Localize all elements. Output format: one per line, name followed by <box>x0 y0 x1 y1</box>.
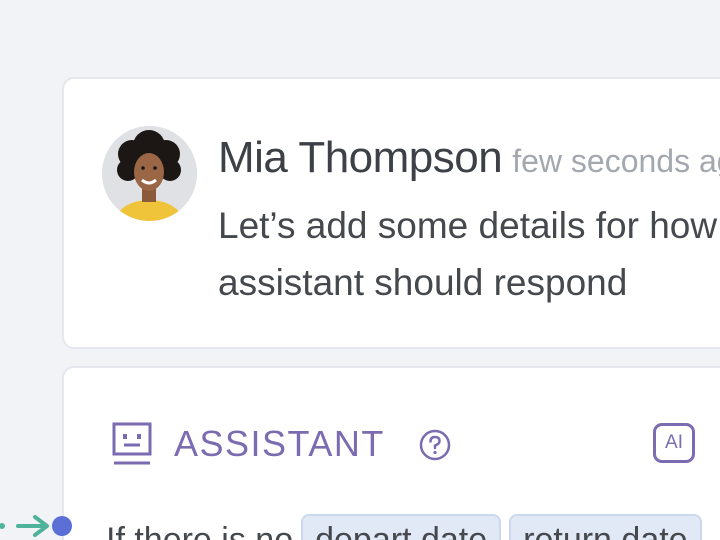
author-name: Mia Thompson <box>218 133 503 182</box>
rule-text-line: If there is no depart date return date <box>106 514 702 540</box>
canvas: Mia Thompsonfew seconds ago Let’s add so… <box>0 0 720 540</box>
comment-message-line: assistant should respond <box>218 262 628 303</box>
comment-card: Mia Thompsonfew seconds ago Let’s add so… <box>62 77 720 349</box>
flow-connector-arrow-icon[interactable] <box>0 510 80 540</box>
assistant-label: ASSISTANT <box>174 423 385 464</box>
variable-chip-depart-date[interactable]: depart date <box>301 514 502 540</box>
variable-chip-return-date[interactable]: return date <box>509 514 702 540</box>
comment-message: Let’s add some details for how the assis… <box>218 197 720 311</box>
rule-text: If there is no <box>106 521 294 540</box>
help-circle-icon[interactable] <box>419 429 451 461</box>
avatar[interactable] <box>102 126 197 221</box>
avatar-image <box>102 126 197 221</box>
comment-message-line: Let’s add some details for how the <box>218 205 720 246</box>
ai-badge[interactable]: AI <box>653 423 695 463</box>
comment-timestamp: few seconds ago <box>512 143 720 179</box>
assistant-card: ASSISTANT AI If there is no depart date re… <box>62 366 720 540</box>
comment-header: Mia Thompsonfew seconds ago <box>218 131 720 195</box>
bot-icon <box>112 422 152 465</box>
